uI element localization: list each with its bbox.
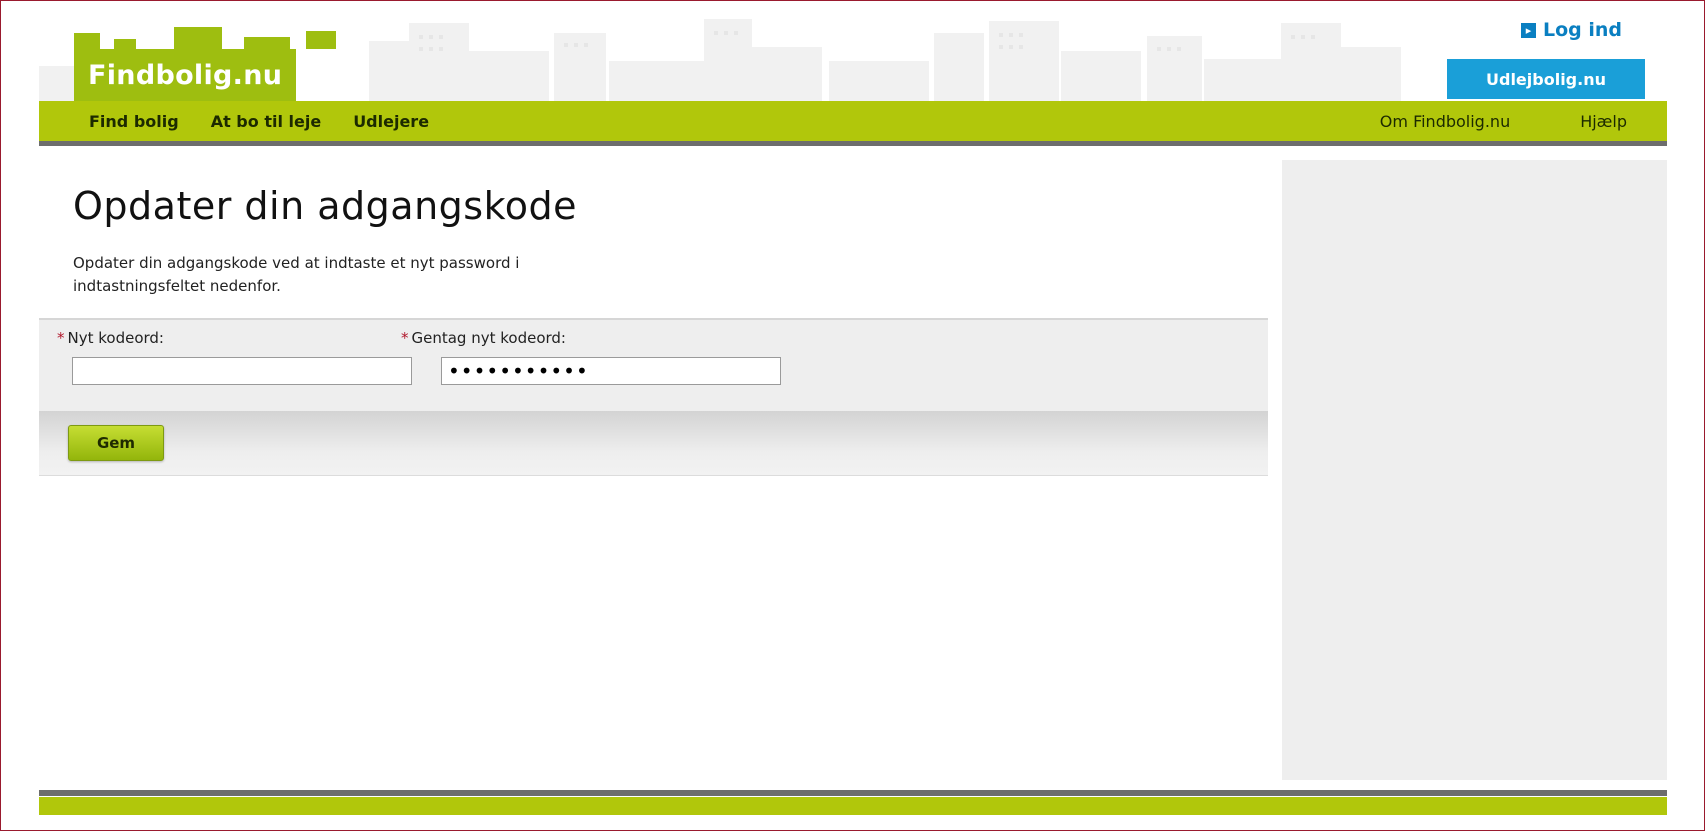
site-logo[interactable]: Findbolig.nu (74, 27, 336, 101)
repeat-password-label-text: Gentag nyt kodeord: (411, 329, 567, 347)
password-form: * Nyt kodeord: * Gentag nyt kodeord: (39, 318, 1268, 411)
repeat-password-input[interactable] (441, 357, 781, 385)
intro-line: indtastningsfeltet nedenfor. (73, 277, 281, 295)
repeat-password-label: * Gentag nyt kodeord: (401, 329, 566, 347)
udlejbolig-button[interactable]: Udlejbolig.nu (1447, 59, 1645, 99)
logo-text: Findbolig.nu (88, 59, 283, 91)
logo-notch-decoration (244, 37, 290, 49)
required-marker: * (401, 329, 409, 347)
page-title: Opdater din adgangskode (73, 184, 577, 228)
udlejbolig-label: Udlejbolig.nu (1486, 69, 1606, 89)
required-marker: * (57, 329, 65, 347)
main-nav: Find bolig At bo til leje Udlejere Om Fi… (39, 101, 1667, 146)
new-password-label: * Nyt kodeord: (57, 329, 164, 347)
footer-divider (39, 790, 1667, 796)
nav-right-group: Om Findbolig.nu Hjælp (1380, 101, 1627, 141)
login-label: Log ind (1542, 19, 1622, 41)
new-password-input[interactable] (72, 357, 412, 385)
login-link[interactable]: ▸ Log ind (1520, 19, 1622, 41)
nav-item-om-findbolig[interactable]: Om Findbolig.nu (1380, 112, 1510, 131)
nav-item-at-bo-til-leje[interactable]: At bo til leje (211, 112, 321, 131)
new-password-label-text: Nyt kodeord: (67, 329, 164, 347)
logo-notch-decoration (74, 33, 100, 49)
arrow-right-square-icon: ▸ (1520, 22, 1536, 38)
form-actions: Gem (39, 411, 1268, 476)
footer-bar (39, 797, 1667, 815)
logo-notch-decoration (114, 39, 136, 49)
nav-item-hjaelp[interactable]: Hjælp (1580, 112, 1627, 131)
logo-notch-decoration (306, 31, 336, 49)
intro-line: Opdater din adgangskode ved at indtaste … (73, 254, 520, 272)
intro-text: Opdater din adgangskode ved at indtaste … (73, 252, 713, 298)
logo-notch-decoration (174, 27, 222, 49)
nav-item-udlejere[interactable]: Udlejere (353, 112, 429, 131)
nav-item-find-bolig[interactable]: Find bolig (89, 112, 179, 131)
site-header: Findbolig.nu ▸ Log ind Udlejbolig.nu (39, 11, 1667, 101)
save-button[interactable]: Gem (68, 425, 164, 461)
nav-left-group: Find bolig At bo til leje Udlejere (89, 101, 429, 141)
page-frame: Findbolig.nu ▸ Log ind Udlejbolig.nu Fin… (0, 0, 1705, 831)
right-sidebar (1282, 160, 1667, 780)
